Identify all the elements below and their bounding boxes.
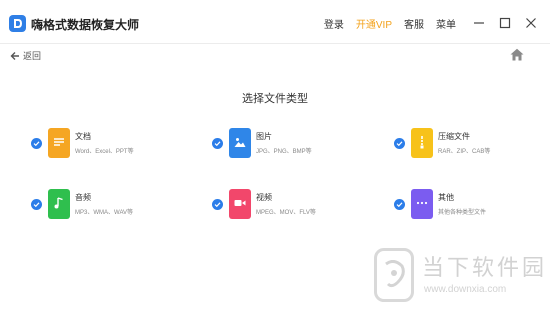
file-type-name: 音频 — [75, 193, 91, 202]
vip-button[interactable]: 开通VIP — [356, 16, 392, 31]
file-type-desc: MPEG、MOV、FLV等 — [256, 210, 316, 216]
watermark: 当下软件园 www.downxia.com — [366, 244, 546, 308]
home-icon — [510, 48, 524, 61]
music-note-icon — [48, 189, 70, 219]
file-type-desc: MP3、WMA、WAV等 — [75, 210, 133, 216]
archive-icon — [411, 128, 433, 158]
close-button[interactable] — [522, 14, 540, 32]
file-type-name: 图片 — [256, 132, 272, 141]
watermark-text: 当下软件园 — [422, 256, 548, 281]
watermark-url: www.downxia.com — [424, 284, 507, 295]
file-type-video[interactable]: 视频 MPEG、MOV、FLV等 — [212, 189, 362, 229]
menu-button[interactable]: 菜单 — [436, 16, 456, 31]
file-type-image[interactable]: 图片 JPG、PNG、BMP等 — [212, 128, 362, 168]
checkbox-checked-icon[interactable] — [394, 138, 405, 149]
arrow-left-icon — [10, 51, 19, 60]
back-button[interactable]: 返回 — [10, 49, 41, 62]
maximize-icon — [499, 17, 511, 29]
watermark-logo-icon — [374, 248, 414, 302]
file-type-name: 视频 — [256, 193, 272, 202]
app-title: 嗨格式数据恢复大师 — [31, 18, 140, 32]
document-icon — [48, 128, 70, 158]
section-title: 选择文件类型 — [242, 93, 308, 105]
minimize-button[interactable] — [470, 14, 488, 32]
file-type-name: 文档 — [75, 132, 91, 141]
login-button[interactable]: 登录 — [324, 16, 344, 31]
minimize-icon — [474, 22, 484, 24]
service-button[interactable]: 客服 — [404, 16, 424, 31]
file-type-desc: JPG、PNG、BMP等 — [256, 149, 312, 155]
file-type-desc: RAR、ZIP、CAB等 — [438, 149, 491, 155]
file-type-desc: Word、Excel、PPT等 — [75, 149, 134, 155]
file-type-document[interactable]: 文档 Word、Excel、PPT等 — [31, 128, 181, 168]
title-bar: 嗨格式数据恢复大师 登录 开通VIP 客服 菜单 — [0, 0, 550, 44]
checkbox-checked-icon[interactable] — [212, 199, 223, 210]
image-icon — [229, 128, 251, 158]
maximize-button[interactable] — [496, 14, 514, 32]
file-type-name: 其他 — [438, 193, 454, 202]
more-dots-icon — [411, 189, 433, 219]
checkbox-checked-icon[interactable] — [31, 199, 42, 210]
home-button[interactable] — [510, 48, 524, 61]
checkbox-checked-icon[interactable] — [212, 138, 223, 149]
file-type-other[interactable]: 其他 其他各种类型文件 — [394, 189, 544, 229]
file-type-name: 压缩文件 — [438, 132, 470, 141]
file-type-archive[interactable]: 压缩文件 RAR、ZIP、CAB等 — [394, 128, 544, 168]
close-icon — [526, 18, 536, 28]
file-type-audio[interactable]: 音频 MP3、WMA、WAV等 — [31, 189, 181, 229]
video-camera-icon — [229, 189, 251, 219]
file-type-desc: 其他各种类型文件 — [438, 210, 487, 216]
checkbox-checked-icon[interactable] — [394, 199, 405, 210]
back-label: 返回 — [23, 51, 42, 61]
app-logo-icon — [9, 15, 26, 32]
checkbox-checked-icon[interactable] — [31, 138, 42, 149]
header-actions: 登录 开通VIP 客服 菜单 — [312, 14, 540, 32]
